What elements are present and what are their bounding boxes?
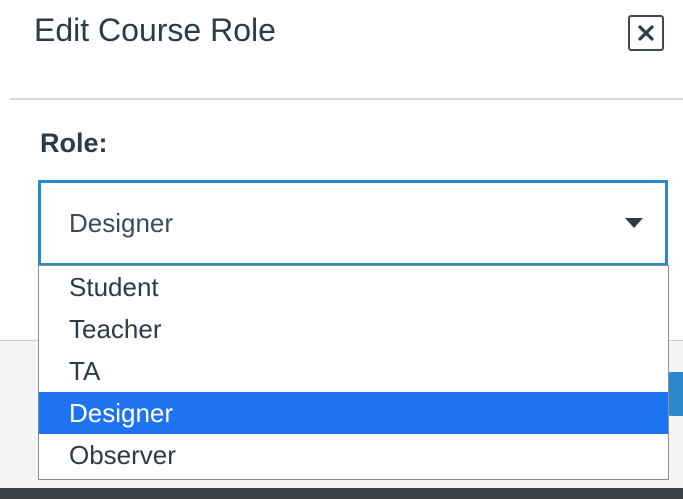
- role-option-student[interactable]: Student: [39, 266, 668, 308]
- chevron-down-icon: [625, 218, 643, 228]
- edit-course-role-dialog: Edit Course Role Role: Designer Student …: [0, 0, 683, 499]
- role-dropdown-list: Student Teacher TA Designer Observer: [38, 265, 669, 480]
- close-icon: [638, 25, 654, 41]
- role-option-ta[interactable]: TA: [39, 350, 668, 392]
- role-option-teacher[interactable]: Teacher: [39, 308, 668, 350]
- footer-primary-button[interactable]: [668, 372, 683, 416]
- role-option-observer[interactable]: Observer: [39, 434, 668, 476]
- dialog-title: Edit Course Role: [34, 12, 276, 48]
- role-select[interactable]: Designer: [38, 180, 668, 266]
- role-select-value: Designer: [69, 208, 174, 238]
- bottom-strip: [0, 488, 683, 499]
- role-option-designer[interactable]: Designer: [39, 392, 668, 434]
- header-divider: [10, 98, 683, 100]
- role-label: Role:: [40, 128, 108, 158]
- close-button[interactable]: [628, 15, 664, 51]
